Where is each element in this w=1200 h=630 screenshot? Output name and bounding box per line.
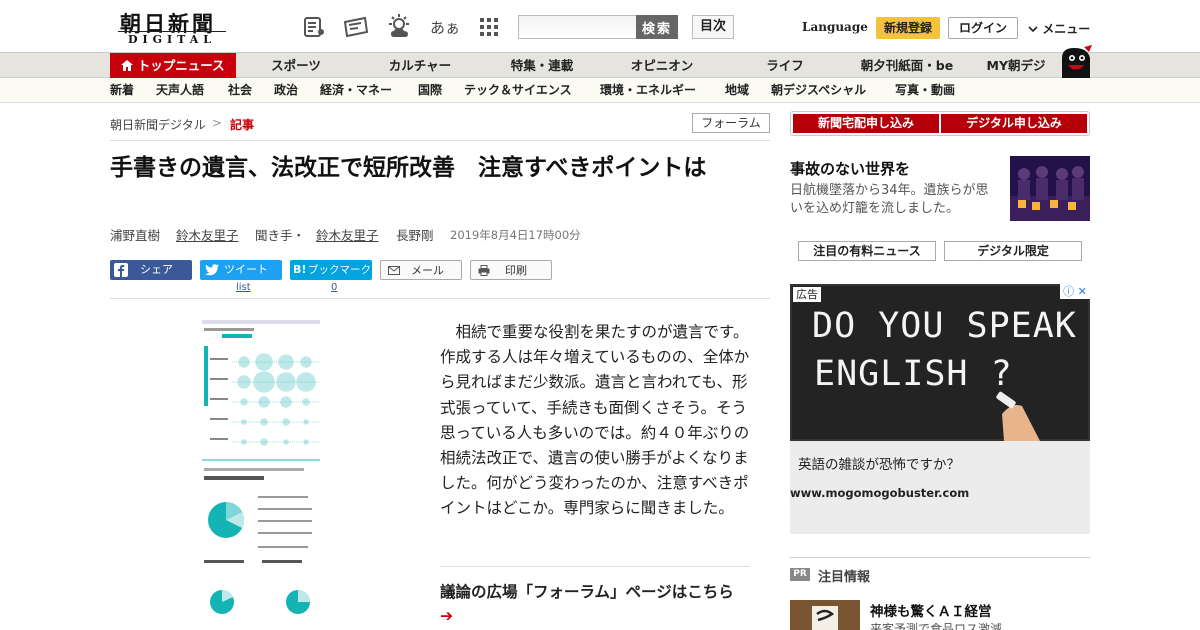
site-logo-digital[interactable]: DIGITAL xyxy=(118,31,226,46)
mail-share-button[interactable]: メール xyxy=(380,260,462,280)
nav-features[interactable]: 特集・連載 xyxy=(490,53,594,78)
byline-author: 浦野直樹 xyxy=(110,228,161,243)
paper-subscribe-button[interactable]: 新聞宅配申し込み xyxy=(793,114,939,133)
facebook-share-label: シェア xyxy=(140,263,173,276)
twitter-icon xyxy=(205,264,219,276)
mail-icon xyxy=(388,266,400,275)
arrow-right-icon: ➔ xyxy=(440,607,453,625)
pr-item-summary[interactable]: 来客予測で食品ロス激減 xyxy=(870,620,1002,630)
feature-title[interactable]: 事故のない世界を xyxy=(790,158,910,179)
login-button[interactable]: ログイン xyxy=(948,17,1018,39)
nav-sports[interactable]: スポーツ xyxy=(248,53,344,78)
forum-page-link-label: 議論の広場「フォーラム」ページはこちら xyxy=(440,583,734,601)
subnav-photo[interactable]: 写真・動画 xyxy=(895,79,955,102)
facebook-share-button[interactable]: シェア xyxy=(110,260,192,280)
hatena-bookmark-label: ブックマーク xyxy=(308,264,371,276)
pr-photo xyxy=(790,600,860,630)
byline-interviewer-label: 聞き手・ xyxy=(255,228,306,243)
feature-photo[interactable] xyxy=(1010,156,1090,221)
paper-icon[interactable] xyxy=(300,13,328,41)
mascot-icon[interactable] xyxy=(1058,44,1094,78)
tab-premium-news[interactable]: 注目の有料ニュース xyxy=(798,241,936,261)
divider xyxy=(790,557,1090,558)
mail-share-label: メール xyxy=(411,264,444,277)
weather-icon[interactable] xyxy=(386,13,414,41)
tab-digital-only[interactable]: デジタル限定 xyxy=(944,241,1082,261)
feature-summary[interactable]: 日航機墜落から34年。遺族らが思いを込め灯籠を流しました。 xyxy=(790,182,1000,218)
search-input[interactable] xyxy=(518,15,638,39)
hatena-icon: B! xyxy=(293,263,307,276)
language-link[interactable]: Language xyxy=(802,20,868,34)
subnav-new[interactable]: 新着 xyxy=(110,79,134,102)
print-label: 印刷 xyxy=(505,264,527,277)
menu-button[interactable]: メニュー xyxy=(1028,20,1090,37)
ad-close-icon[interactable]: ⓘ ✕ xyxy=(1060,284,1090,299)
divider xyxy=(110,140,770,141)
ad-copy[interactable]: 英語の雑談が恐怖ですか？ xyxy=(798,453,960,473)
subnav-society[interactable]: 社会 xyxy=(228,79,252,102)
register-button[interactable]: 新規登録 xyxy=(876,17,940,39)
forum-tag[interactable]: フォーラム xyxy=(692,113,770,133)
subnav-special[interactable]: 朝デジスペシャル xyxy=(771,79,866,102)
nav-my-asahi[interactable]: MY朝デジ xyxy=(978,53,1054,78)
forum-page-link[interactable]: 議論の広場「フォーラム」ページはこちら ➔ xyxy=(440,580,750,628)
ad-label: 広告 xyxy=(793,287,821,302)
divider xyxy=(440,566,750,567)
nav-opinion[interactable]: オピニオン xyxy=(612,53,712,78)
breadcrumb-current: 記事 xyxy=(230,118,255,132)
pr-item-title[interactable]: 神様も驚くＡＩ経営 xyxy=(870,600,992,620)
article-body: 相続で重要な役割を果たすのが遺言です。作成する人は年々増えているものの、全体から… xyxy=(440,323,750,518)
hatena-bookmark-button[interactable]: B! ブックマーク xyxy=(290,260,372,280)
article-title: 手書きの遺言、法改正で短所改善 注意すべきポイントは xyxy=(110,155,707,181)
breadcrumb-home[interactable]: 朝日新聞デジタル xyxy=(110,116,206,133)
twitter-share-label: ツイート xyxy=(224,263,268,276)
kana-icon[interactable]: あぁ xyxy=(430,13,460,41)
board-line-1: DO YOU SPEAK xyxy=(812,306,1077,346)
subnav-region[interactable]: 地域 xyxy=(725,79,749,102)
home-icon xyxy=(121,60,134,71)
ad-image[interactable]: DO YOU SPEAK ENGLISH ? 広告 ⓘ ✕ xyxy=(790,284,1090,441)
subnav-economy[interactable]: 経済・マネー xyxy=(320,79,392,102)
site-header: 朝日新聞 DIGITAL あぁ 検索 目次 Language 新規登録 ログイン… xyxy=(0,0,1200,52)
nav-culture[interactable]: カルチャー xyxy=(370,53,470,78)
nav-life[interactable]: ライフ xyxy=(740,53,830,78)
sub-nav: 新着 天声人語 社会 政治 経済・マネー 国際 テック＆サイエンス 環境・エネル… xyxy=(0,79,1200,103)
print-button[interactable]: 印刷 xyxy=(470,260,552,280)
pr-badge: PR xyxy=(790,568,810,581)
digital-subscribe-button[interactable]: デジタル申し込み xyxy=(941,114,1087,133)
article-infographic[interactable] xyxy=(202,320,320,630)
subnav-tenseijingo[interactable]: 天声人語 xyxy=(156,79,204,102)
byline-interviewer-link[interactable]: 鈴木友里子 xyxy=(316,225,379,244)
subnav-politics[interactable]: 政治 xyxy=(274,79,298,102)
nav-top-news-label: トップニュース xyxy=(137,58,225,73)
menu-label: メニュー xyxy=(1042,22,1091,36)
ad-url[interactable]: www.mogomogobuster.com xyxy=(790,486,969,500)
main-nav: トップニュース スポーツ カルチャー 特集・連載 オピニオン ライフ 朝夕刊紙面… xyxy=(0,52,1200,78)
toc-button[interactable]: 目次 xyxy=(692,15,734,39)
breadcrumb-separator: > xyxy=(212,116,223,130)
grid-icon[interactable] xyxy=(475,13,503,41)
chevron-down-icon xyxy=(1028,26,1038,33)
print-icon xyxy=(478,265,490,276)
board-line-2: ENGLISH ? xyxy=(814,354,1013,394)
subnav-tech[interactable]: テック＆サイエンス xyxy=(464,79,572,102)
byline-author: 長野剛 xyxy=(396,228,434,243)
subnav-environment[interactable]: 環境・エネルギー xyxy=(600,79,696,102)
facebook-icon xyxy=(114,263,128,277)
pr-section-title: 注目情報 xyxy=(818,570,871,585)
nav-top-news[interactable]: トップニュース xyxy=(110,53,236,78)
byline-author-link[interactable]: 鈴木友里子 xyxy=(176,225,239,244)
twitter-count[interactable]: list xyxy=(236,282,251,293)
divider xyxy=(110,298,770,299)
pr-thumbnail[interactable] xyxy=(790,600,860,630)
advertisement[interactable]: DO YOU SPEAK ENGLISH ? 広告 ⓘ ✕ 英語の雑談が恐怖です… xyxy=(790,284,1090,534)
ticket-icon[interactable] xyxy=(342,13,370,41)
subnav-world[interactable]: 国際 xyxy=(418,79,442,102)
twitter-share-button[interactable]: ツイート xyxy=(200,260,282,280)
search-button[interactable]: 検索 xyxy=(636,15,678,39)
publish-date: 2019年8月4日17時00分 xyxy=(450,228,581,242)
bookmark-count[interactable]: 0 xyxy=(331,282,337,293)
nav-paper[interactable]: 朝夕刊紙面・be xyxy=(848,53,966,78)
